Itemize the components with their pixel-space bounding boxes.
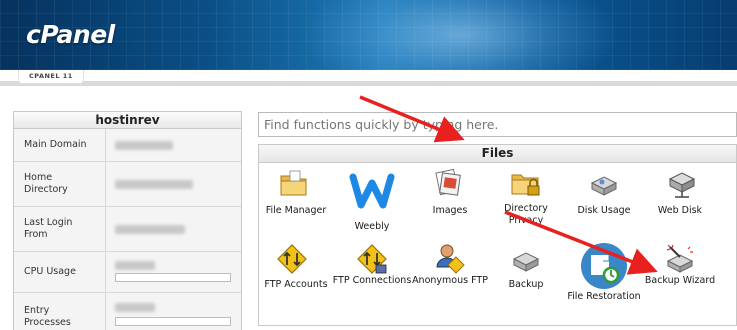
ftp-connections-icon (357, 244, 387, 274)
entry-processes-bar (115, 317, 231, 326)
header-banner: cPanel (0, 0, 737, 70)
divider (0, 81, 737, 86)
tool-label: Disk Usage (577, 205, 631, 216)
cpanel-page: cPanel CPANEL 11 hostinrev Main Domain H… (0, 0, 737, 330)
stat-value-redacted (115, 303, 155, 312)
tool-label: Web Disk (657, 205, 703, 216)
tool-label: FTP Accounts (264, 279, 328, 290)
files-panel: Files File Manager Weebly Images Directo… (258, 144, 737, 326)
stat-value-redacted (115, 180, 193, 189)
stat-label: Entry Processes (24, 305, 71, 328)
tool-ftp-accounts[interactable]: FTP Accounts (256, 243, 336, 293)
stat-label: Last Login From (24, 217, 73, 240)
tool-label: Backup Wizard (644, 275, 716, 286)
ftp-accounts-icon (277, 244, 307, 274)
tool-images[interactable]: Images (410, 167, 490, 222)
disk-usage-icon (590, 176, 618, 196)
tool-anonymous-ftp[interactable]: Anonymous FTP (410, 243, 490, 303)
tool-backup[interactable]: Backup (486, 243, 566, 293)
stat-label: Main Domain (24, 139, 87, 150)
tool-backup-wizard[interactable]: Backup Wizard (640, 243, 720, 305)
tool-label: File Restoration (567, 291, 641, 302)
tool-label: Backup (508, 279, 544, 290)
images-icon (435, 168, 461, 196)
tool-ftp-connections[interactable]: FTP Connections (332, 243, 412, 303)
stats-username: hostinrev (14, 112, 241, 129)
stat-label: CPU Usage (24, 266, 76, 277)
tool-label: Directory Privacy (504, 203, 548, 226)
search-input[interactable] (258, 112, 737, 137)
tool-weebly[interactable]: Weebly (332, 167, 412, 237)
version-bar: CPANEL 11 (0, 70, 737, 90)
tool-label: File Manager (265, 205, 327, 216)
cpanel-logo[interactable]: cPanel (26, 20, 115, 49)
backup-icon (512, 252, 540, 272)
stat-value-redacted (115, 261, 155, 270)
backup-wizard-icon (666, 244, 694, 273)
stats-panel: hostinrev Main Domain Home Directory Las… (13, 111, 242, 330)
tool-web-disk[interactable]: Web Disk (640, 167, 720, 222)
tool-label: Anonymous FTP (412, 275, 488, 286)
tool-file-restoration[interactable]: File Restoration (564, 243, 644, 318)
tool-label: FTP Connections (332, 275, 412, 286)
stat-label: Home Directory (24, 172, 68, 195)
stat-row-home-directory: Home Directory (14, 162, 241, 207)
directory-privacy-icon (511, 174, 540, 196)
web-disk-icon (668, 172, 696, 198)
tool-disk-usage[interactable]: Disk Usage (564, 167, 644, 222)
stat-value-redacted (115, 141, 173, 150)
folder-icon (280, 170, 307, 196)
tool-label: Images (432, 205, 468, 216)
stat-row-cpu-usage: CPU Usage (14, 252, 241, 293)
anonymous-ftp-icon (436, 244, 465, 274)
stat-row-last-login: Last Login From (14, 207, 241, 252)
weebly-icon (349, 173, 395, 209)
tool-file-manager[interactable]: File Manager (256, 167, 336, 222)
tool-directory-privacy[interactable]: Directory Privacy (486, 167, 566, 229)
file-restoration-icon (581, 243, 627, 289)
stat-value-redacted (115, 225, 185, 234)
stat-row-main-domain: Main Domain (14, 129, 241, 162)
stat-row-entry-processes: Entry Processes (14, 293, 241, 330)
files-title: Files (259, 145, 736, 163)
tool-label: Weebly (354, 221, 390, 232)
cpu-usage-bar (115, 273, 231, 282)
version-tab: CPANEL 11 (18, 70, 84, 84)
